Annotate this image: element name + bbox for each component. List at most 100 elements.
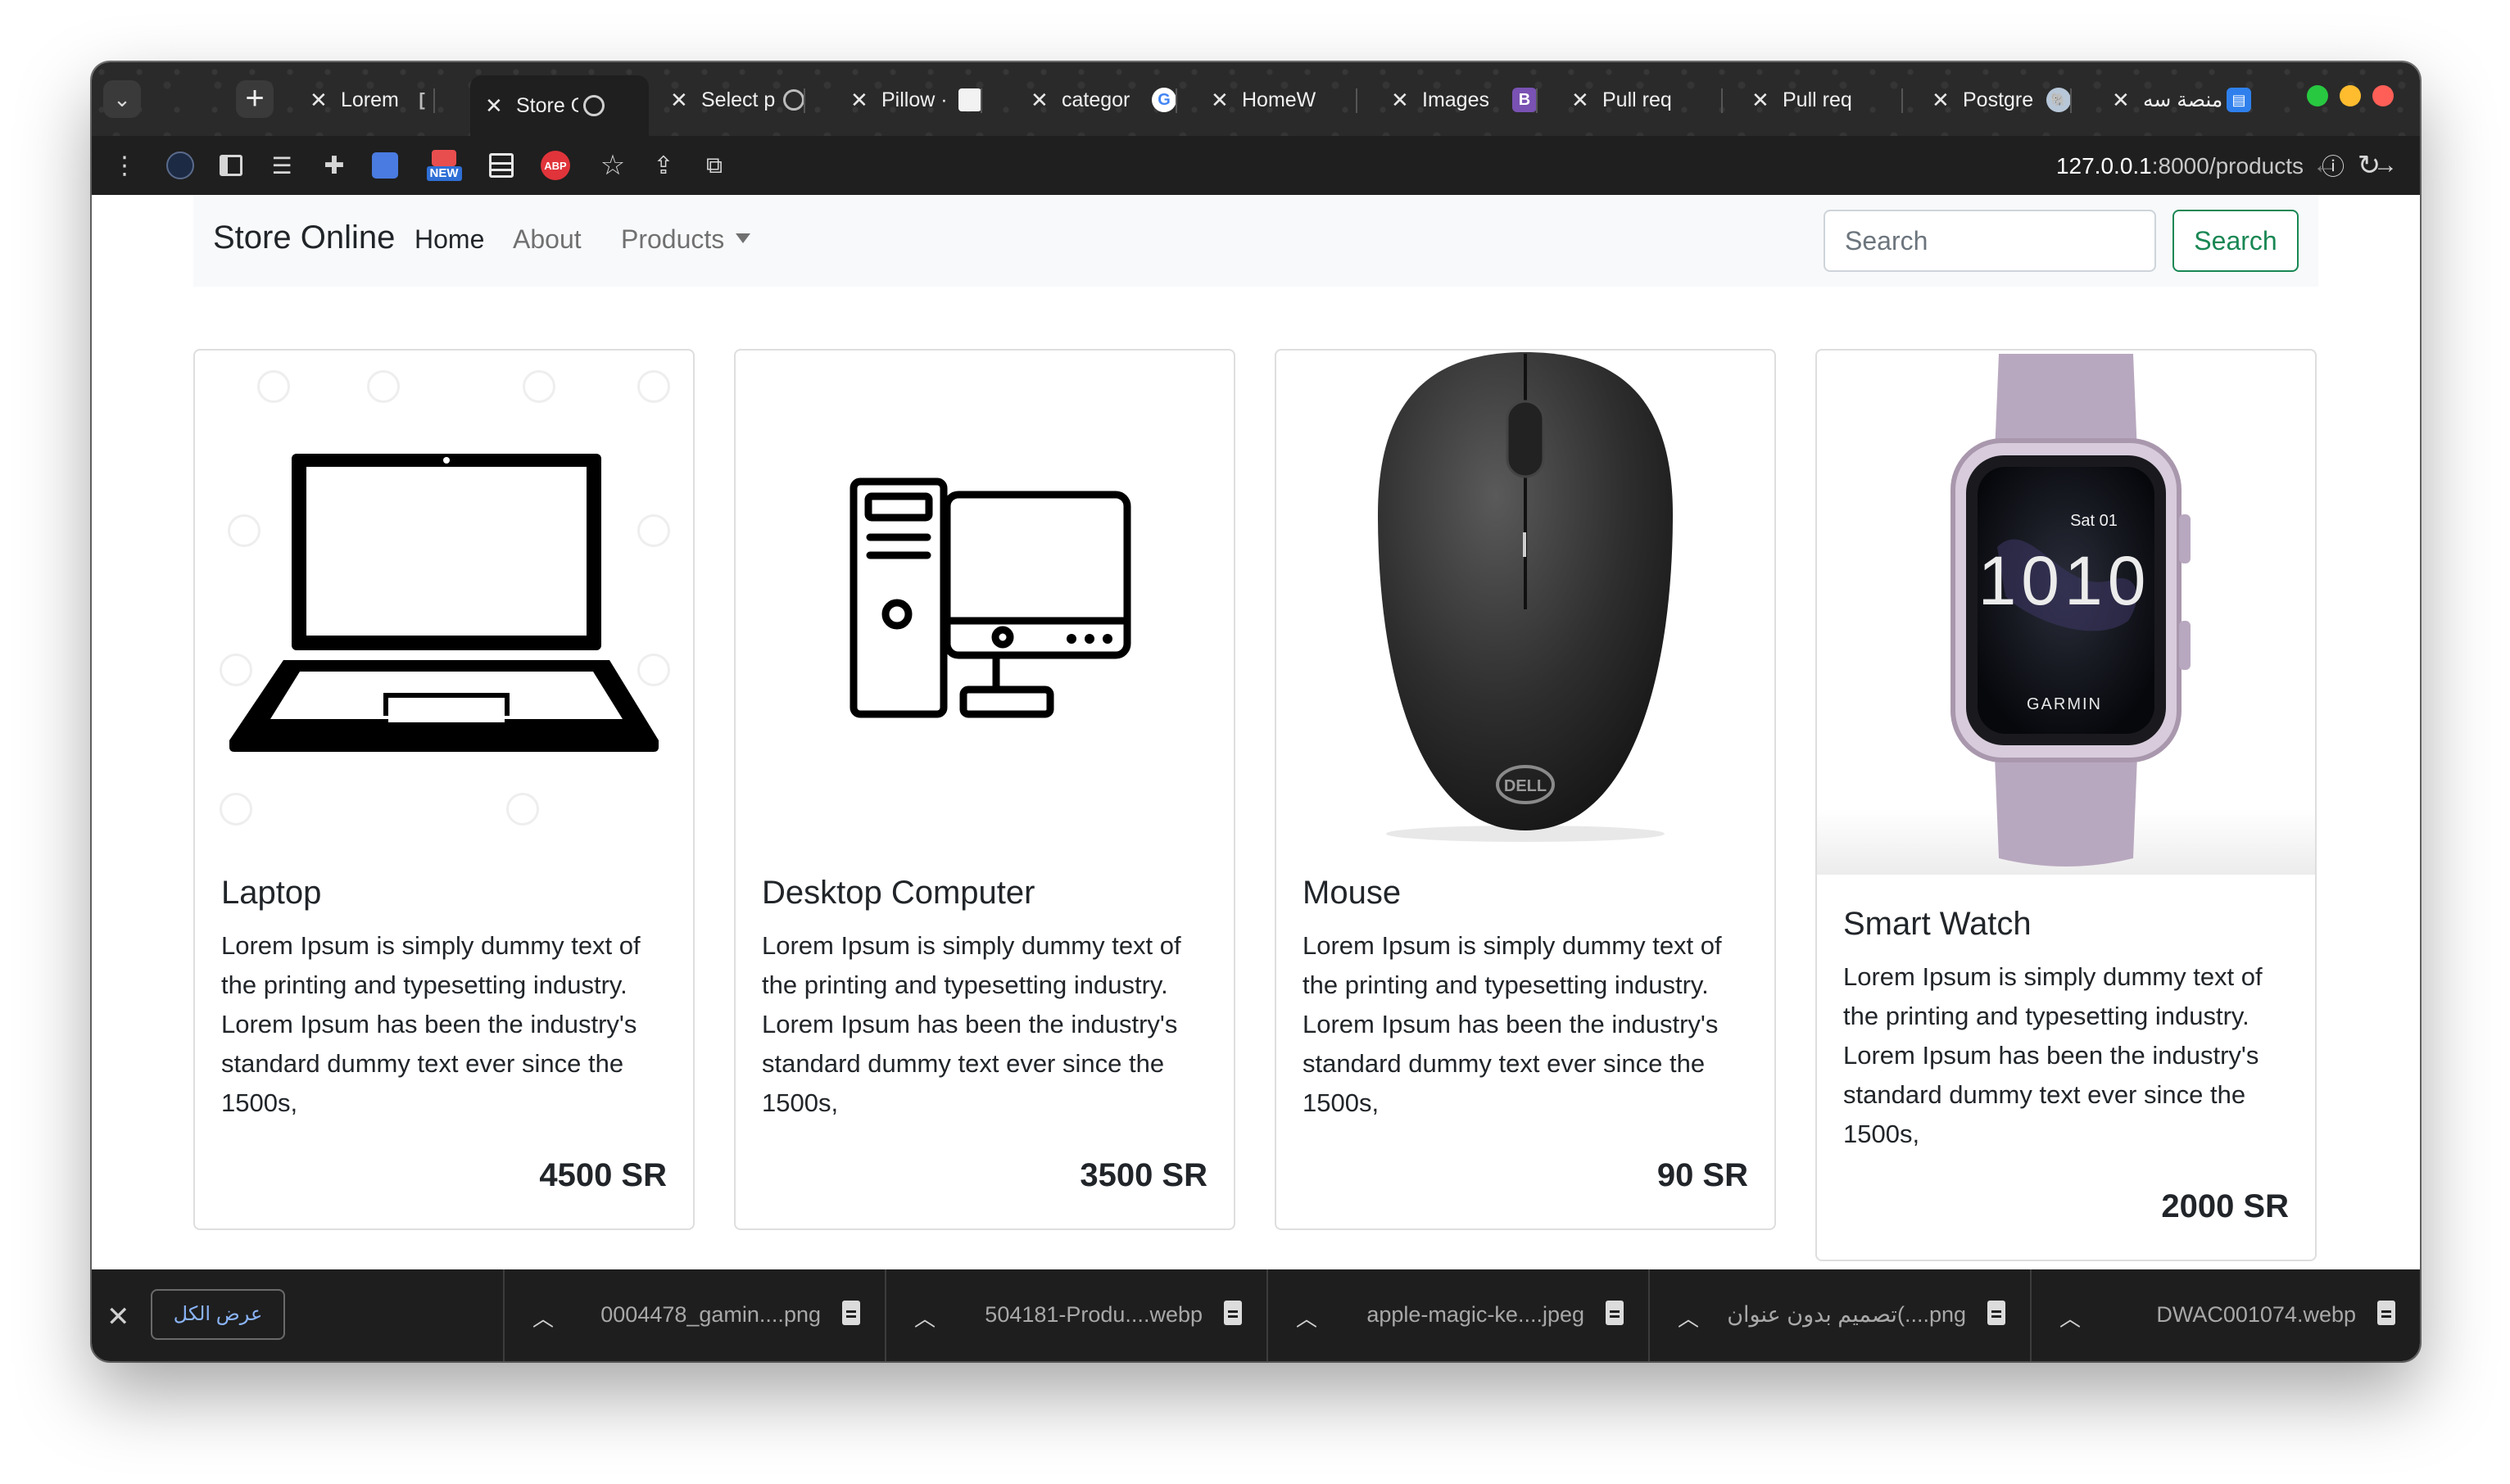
tab-title: Lorem I xyxy=(341,88,405,111)
cube-icon xyxy=(958,88,981,111)
product-image-mouse: DELL xyxy=(1276,351,1774,842)
address-bar[interactable]: 127.0.0.1:8000/products xyxy=(1910,151,2304,182)
download-item[interactable]: ︿ 0004478_gamin....png xyxy=(503,1269,885,1361)
close-tab-icon[interactable]: ✕ xyxy=(670,88,690,113)
close-tab-icon[interactable]: ✕ xyxy=(310,88,329,113)
file-icon xyxy=(842,1301,860,1325)
share-icon[interactable]: ⇪ xyxy=(647,149,680,182)
tab-lorem[interactable]: ✕ Lorem I [ xyxy=(295,77,435,123)
download-item[interactable]: ︿ 504181-Produ....webp xyxy=(885,1269,1266,1361)
product-name: Desktop Computer xyxy=(762,875,1035,911)
close-tab-icon[interactable]: ✕ xyxy=(1751,88,1771,113)
close-tab-icon[interactable]: ✕ xyxy=(1932,88,1951,113)
nav-about[interactable]: About xyxy=(513,224,582,255)
close-tab-icon[interactable]: ✕ xyxy=(850,88,870,113)
tab-homew[interactable]: ✕ HomeW xyxy=(1196,77,1357,123)
close-window-button[interactable] xyxy=(2372,85,2394,106)
app-icon: ▤ xyxy=(2227,88,2251,112)
new-extension-icon[interactable]: NEW xyxy=(421,149,467,182)
file-icon xyxy=(1987,1301,2005,1325)
maximize-button[interactable] xyxy=(2307,85,2328,106)
product-description: Lorem Ipsum is simply dummy text of the … xyxy=(1303,931,1722,1117)
tab-postgres[interactable]: ✕ Postgre 🐘 xyxy=(1917,77,2072,123)
tab-arabic-platform[interactable]: ✕ منصة سه ▤ xyxy=(2097,77,2251,123)
tab-title: categor xyxy=(1062,88,1130,111)
close-tab-icon[interactable]: ✕ xyxy=(2112,88,2132,113)
tab-pull-request-1[interactable]: ✕ Pull req xyxy=(1556,77,1723,123)
product-card-mouse[interactable]: DELL Mouse Lorem Ipsum is simply dummy t… xyxy=(1275,349,1776,1230)
install-app-icon[interactable]: ⧉ xyxy=(698,149,731,182)
downloads-bar: ✕ عرض الكل ︿ 0004478_gamin....png ︿ 5041… xyxy=(92,1269,2420,1361)
mouse-photo: DELL xyxy=(1378,352,1673,842)
chevron-up-icon[interactable]: ︿ xyxy=(532,1302,554,1332)
sidebar-icon[interactable] xyxy=(215,149,247,182)
search-button[interactable]: Search xyxy=(2172,210,2299,272)
close-downloads-icon[interactable]: ✕ xyxy=(106,1301,130,1333)
download-filename: DWAC001074.webp xyxy=(2156,1302,2356,1327)
product-name: Laptop xyxy=(221,875,322,911)
minimize-button[interactable] xyxy=(2340,85,2361,106)
chevron-up-icon[interactable]: ︿ xyxy=(2059,1302,2081,1332)
close-tab-icon[interactable]: ✕ xyxy=(1391,88,1411,113)
profile-avatar-icon[interactable] xyxy=(164,149,197,182)
doc-icon: [ xyxy=(419,89,425,110)
forward-arrow-icon[interactable]: → xyxy=(2369,149,2402,182)
close-tab-icon[interactable]: ✕ xyxy=(485,93,505,119)
tab-pillow[interactable]: ✕ Pillow · xyxy=(836,77,982,123)
product-name: Mouse xyxy=(1303,875,1402,911)
close-tab-icon[interactable]: ✕ xyxy=(1031,88,1050,113)
tab-store-online[interactable]: ✕ Store O xyxy=(470,75,649,136)
chevron-up-icon[interactable]: ︿ xyxy=(1678,1302,1699,1332)
chevron-up-icon[interactable]: ︿ xyxy=(1296,1302,1317,1332)
product-image-smart-watch: Sat 01 1010 GARMIN xyxy=(1817,351,2315,875)
sheet-extension-icon[interactable] xyxy=(485,149,518,182)
product-image-desktop-computer xyxy=(736,351,1234,842)
github-icon xyxy=(1697,88,1722,112)
product-card-desktop-computer[interactable]: Desktop Computer Lorem Ipsum is simply d… xyxy=(734,349,1235,1230)
tab-select[interactable]: ✕ Select p xyxy=(655,77,805,123)
postgres-icon: 🐘 xyxy=(2046,88,2071,112)
download-item[interactable]: ︿ apple-magic-ke....jpeg xyxy=(1266,1269,1648,1361)
laptop-icon xyxy=(229,454,659,752)
file-icon xyxy=(1224,1301,1242,1325)
desktop-computer-icon xyxy=(850,477,1131,718)
garmin-logo: GARMIN xyxy=(2027,695,2102,713)
bookmark-star-icon[interactable]: ☆ xyxy=(596,149,629,182)
product-card-laptop[interactable]: Laptop Lorem Ipsum is simply dummy text … xyxy=(193,349,695,1230)
url-path: :8000/products xyxy=(2151,153,2304,179)
download-item[interactable]: ︿ تصميم بدون عنوان(....png xyxy=(1648,1269,2030,1361)
tab-title: Pillow · xyxy=(881,88,948,111)
product-price: 90 SR xyxy=(1656,1157,1748,1193)
download-filename: تصميم بدون عنوان(....png xyxy=(1727,1302,1966,1327)
close-tab-icon[interactable]: ✕ xyxy=(1571,88,1591,113)
nav-products-dropdown[interactable]: Products xyxy=(621,224,751,255)
navbar-brand[interactable]: Store Online xyxy=(213,219,395,256)
translate-extension-icon[interactable] xyxy=(369,149,401,182)
adblock-icon[interactable]: ABP xyxy=(539,149,572,182)
download-filename: apple-magic-ke....jpeg xyxy=(1366,1302,1584,1327)
new-tab-button[interactable]: + xyxy=(236,80,274,118)
product-card-smart-watch[interactable]: Sat 01 1010 GARMIN Smart Watch Lorem Ips… xyxy=(1815,349,2317,1261)
extensions-puzzle-icon[interactable]: ✚ xyxy=(318,149,351,182)
tab-category[interactable]: ✕ categor G xyxy=(1016,77,1177,123)
reading-list-icon[interactable]: ☰ xyxy=(265,149,298,182)
tab-strip: ⌄ + ✕ Lorem I [ ✕ Store O ✕ Select p ✕ P… xyxy=(92,62,2420,136)
download-filename: 504181-Produ....webp xyxy=(985,1302,1203,1327)
back-arrow-icon[interactable]: ← xyxy=(2308,149,2341,182)
chevron-up-icon[interactable]: ︿ xyxy=(914,1302,936,1332)
dell-logo: DELL xyxy=(1504,777,1547,795)
watch-time: 1010 xyxy=(1978,542,2151,619)
more-menu-icon[interactable]: ⋮ xyxy=(108,149,141,182)
tab-search-chevron-icon[interactable]: ⌄ xyxy=(103,80,141,118)
download-item[interactable]: ︿ DWAC001074.webp xyxy=(2030,1269,2420,1361)
tab-images[interactable]: ✕ Images B xyxy=(1376,77,1538,123)
product-description: Lorem Ipsum is simply dummy text of the … xyxy=(762,931,1181,1117)
tab-pull-request-2[interactable]: ✕ Pull req xyxy=(1737,77,1903,123)
product-description: Lorem Ipsum is simply dummy text of the … xyxy=(221,931,641,1117)
show-all-downloads-button[interactable]: عرض الكل xyxy=(151,1289,285,1340)
nav-home[interactable]: Home xyxy=(415,224,484,255)
search-input[interactable] xyxy=(1824,210,2156,272)
close-tab-icon[interactable]: ✕ xyxy=(1211,88,1230,113)
product-price: 2000 SR xyxy=(2161,1188,2289,1224)
tab-title: Store O xyxy=(516,93,578,117)
